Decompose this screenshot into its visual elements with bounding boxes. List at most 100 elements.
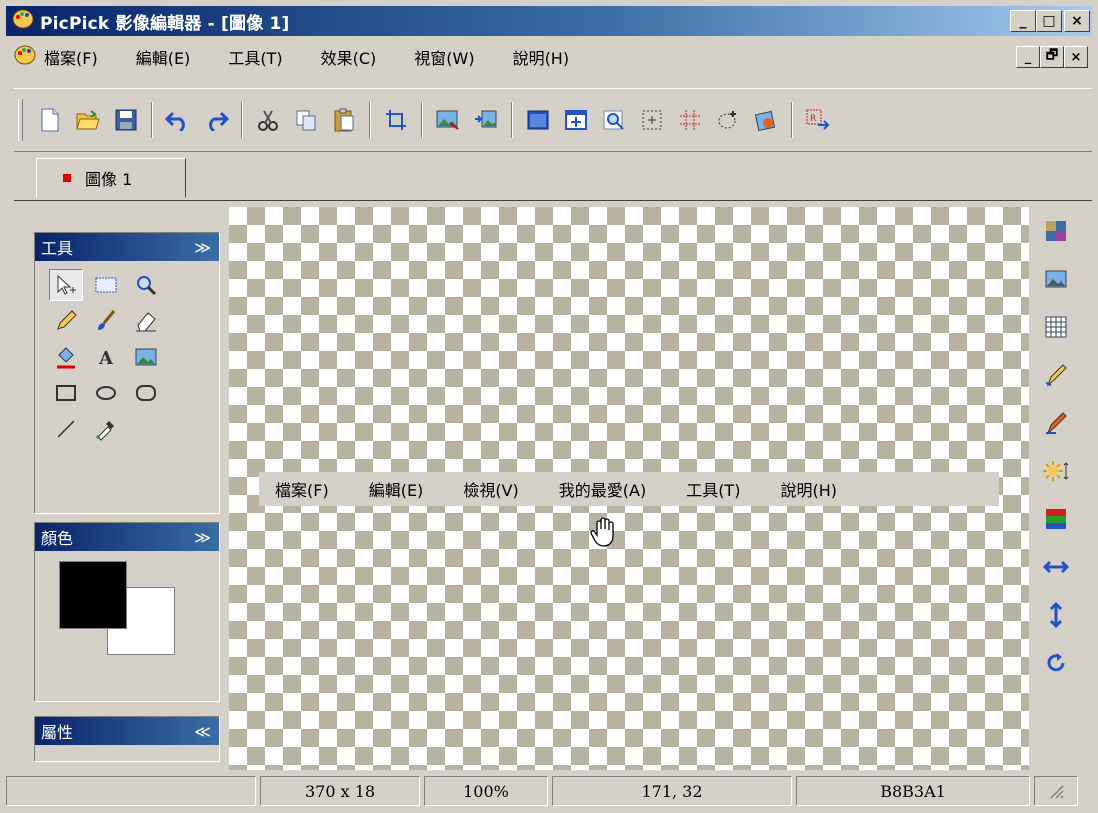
brush-tool-icon[interactable] [89,305,123,337]
redo-icon[interactable] [202,106,230,134]
status-zoom: 100% [424,776,548,806]
blur-icon[interactable] [1041,408,1071,438]
open-icon[interactable] [74,106,102,134]
window-title: PicPick 影像編輯器 - [圖像 1] [40,13,290,34]
right-panel [1033,210,1079,770]
tab-label: 圖像 1 [85,170,133,189]
rotate-icon[interactable] [1041,648,1071,678]
foreground-color-swatch[interactable] [59,561,127,629]
rect-select-tool-icon[interactable] [89,269,123,301]
properties-panel-header[interactable]: 屬性 ≪ [35,717,219,745]
toolbar-separator [421,102,423,138]
doc-close-button[interactable]: × [1064,46,1088,68]
doc-restore-button[interactable]: 🗗 [1040,46,1064,68]
menu-file[interactable]: 檔案(F) [44,45,98,69]
toolbar-separator [241,102,243,138]
toolbar-grip[interactable] [18,99,23,141]
document-palette-icon[interactable] [14,44,36,70]
rounded-rect-tool-icon[interactable] [129,377,163,409]
menu-effects[interactable]: 效果(C) [321,45,377,69]
flip-vertical-icon[interactable] [1041,600,1071,630]
toolbar-separator [369,102,371,138]
palette-icon [12,8,34,35]
pencil-tool-icon[interactable] [49,305,83,337]
close-button[interactable]: × [1064,10,1090,32]
cut-icon[interactable] [254,106,282,134]
eraser-tool-icon[interactable] [129,305,163,337]
expand-icon[interactable]: ≪ [194,722,211,741]
select-tool-icon[interactable] [49,269,83,301]
mosaic-icon[interactable] [1041,312,1071,342]
add-window-icon[interactable] [562,106,590,134]
copy-icon[interactable] [292,106,320,134]
image-canvas[interactable]: 檔案(F) 編輯(E) 檢視(V) 我的最愛(A) 工具(T) 說明(H) [229,207,1029,770]
captured-menu-favorites: 我的最愛(A) [558,481,647,500]
document-tabs: 圖像 1 [14,152,1092,201]
brightness-icon[interactable] [1041,456,1071,486]
eyedropper-tool-icon[interactable] [89,413,123,445]
menu-help[interactable]: 說明(H) [513,45,570,69]
menu-bar: 檔案(F) 編輯(E) 工具(T) 效果(C) 視窗(W) 說明(H) _ 🗗 … [6,40,1092,74]
resize-grip-icon[interactable] [1034,776,1078,806]
sharpen-icon[interactable] [1041,360,1071,390]
save-icon[interactable] [112,106,140,134]
paste-icon[interactable] [330,106,358,134]
image-effects-icon[interactable] [1041,216,1071,246]
properties-panel-title: 屬性 [41,723,74,742]
color-pick-icon[interactable] [752,106,780,134]
captured-menu-help: 說明(H) [780,481,837,500]
undo-icon[interactable] [164,106,192,134]
menu-edit[interactable]: 編輯(E) [136,45,191,69]
status-pixel-color: B8B3A1 [796,776,1030,806]
captured-menu-edit: 編輯(E) [368,481,424,500]
image-stamp-tool-icon[interactable] [129,341,163,373]
svg-text:R: R [810,114,816,124]
status-message [6,776,256,806]
captured-menu-image: 檔案(F) 編輯(E) 檢視(V) 我的最愛(A) 工具(T) 說明(H) [259,472,999,506]
ellipse-tool-icon[interactable] [89,377,123,409]
toolbar-separator [511,102,513,138]
properties-panel: 屬性 ≪ [34,716,220,762]
lasso-icon[interactable] [714,106,742,134]
collapse-icon[interactable]: ≫ [194,528,211,547]
menu-tools[interactable]: 工具(T) [228,45,282,69]
left-panel: 工具 ≫ A 顏色 ≫ 屬性 ≪ [14,212,226,770]
svg-text:A: A [98,348,114,369]
toolbar-separator [791,102,793,138]
fill-tool-icon[interactable] [49,341,83,373]
maximize-button[interactable]: □ [1036,10,1062,32]
fullscreen-icon[interactable] [524,106,552,134]
zoom-icon[interactable] [600,106,628,134]
image-arrange-icon[interactable] [472,106,500,134]
main-toolbar: R [14,88,1092,152]
toolbar-separator [151,102,153,138]
collapse-icon[interactable]: ≫ [194,238,211,257]
text-tool-icon[interactable]: A [89,341,123,373]
minimize-button[interactable]: _ [1010,10,1036,32]
crop-icon[interactable] [382,106,410,134]
region-icon[interactable] [638,106,666,134]
hand-cursor-icon [589,517,619,553]
new-icon[interactable] [36,106,64,134]
colors-panel-title: 顏色 [41,529,74,548]
captured-menu-view: 檢視(V) [463,481,519,500]
color-balance-icon[interactable] [1041,504,1071,534]
status-bar: 370 x 18 100% 171, 32 B8B3A1 [6,776,1092,808]
tools-panel-header[interactable]: 工具 ≫ [35,233,219,261]
tab-image-1[interactable]: 圖像 1 [36,158,186,198]
line-tool-icon[interactable] [49,413,83,445]
capture-icon[interactable]: R [804,106,832,134]
magnifier-tool-icon[interactable] [129,269,163,301]
title-bar[interactable]: PicPick 影像編輯器 - [圖像 1] _ □ × [6,6,1092,36]
doc-minimize-button[interactable]: _ [1016,46,1040,68]
menu-window[interactable]: 視窗(W) [414,45,474,69]
captured-menu-tools: 工具(T) [686,481,741,500]
image-icon[interactable] [434,106,462,134]
rectangle-tool-icon[interactable] [49,377,83,409]
flip-horizontal-icon[interactable] [1041,552,1071,582]
grid-icon[interactable] [676,106,704,134]
tools-panel: 工具 ≫ A [34,232,220,514]
colors-panel: 顏色 ≫ [34,522,220,702]
image-picture-icon[interactable] [1041,264,1071,294]
colors-panel-header[interactable]: 顏色 ≫ [35,523,219,551]
